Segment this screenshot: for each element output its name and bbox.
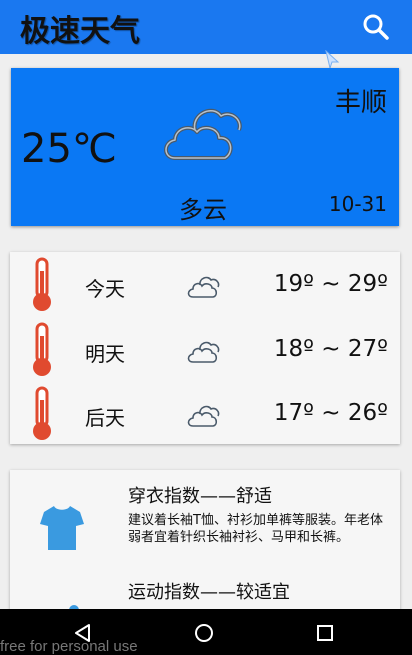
shirt-icon bbox=[40, 506, 84, 550]
current-weather-card: 丰顺 25℃ 多云 10-31 bbox=[11, 68, 399, 226]
forecast-day: 后天 bbox=[85, 406, 125, 430]
thermometer-icon bbox=[33, 257, 51, 311]
thermometer-icon bbox=[33, 386, 51, 440]
forecast-row: 后天 17º ~ 26º bbox=[10, 384, 400, 444]
cloud-icon bbox=[164, 108, 242, 160]
thermometer-icon bbox=[33, 322, 51, 376]
clothing-index-title: 穿衣指数——舒适 bbox=[128, 486, 272, 507]
cloud-icon bbox=[187, 276, 220, 298]
forecast-row: 明天 18º ~ 27º bbox=[10, 320, 400, 380]
forecast-range: 18º ~ 27º bbox=[273, 336, 388, 362]
cursor-icon bbox=[325, 50, 340, 70]
current-date: 10-31 bbox=[328, 192, 387, 216]
city-name[interactable]: 丰顺 bbox=[335, 82, 387, 119]
clothing-index-text: 建议着长袖T恤、衬衫加单裤等服装。年老体弱者宜着针织长袖衬衫、马甲和长裤。 bbox=[128, 513, 383, 545]
forecast-day: 明天 bbox=[85, 342, 125, 366]
forecast-day: 今天 bbox=[85, 277, 125, 301]
search-icon[interactable] bbox=[362, 13, 390, 41]
sport-index-title: 运动指数——较适宜 bbox=[128, 582, 290, 603]
app-title: 极速天气 bbox=[20, 14, 140, 49]
home-icon[interactable] bbox=[193, 622, 215, 644]
forecast-card: 今天 19º ~ 29º 明天 18º ~ 27º 后天 17º ~ 26º bbox=[10, 252, 400, 444]
watermark: free for personal use bbox=[0, 638, 138, 655]
app-bar: 极速天气 bbox=[0, 0, 412, 54]
recents-icon[interactable] bbox=[314, 622, 336, 644]
life-index-card: 穿衣指数——舒适 建议着长袖T恤、衬衫加单裤等服装。年老体弱者宜着针织长袖衬衫、… bbox=[10, 470, 400, 630]
current-temperature: 25℃ bbox=[21, 126, 117, 172]
forecast-range: 17º ~ 26º bbox=[273, 400, 388, 426]
cloud-icon bbox=[187, 405, 220, 427]
forecast-row: 今天 19º ~ 29º bbox=[10, 255, 400, 315]
cloud-icon bbox=[187, 341, 220, 363]
forecast-range: 19º ~ 29º bbox=[273, 271, 388, 297]
current-condition: 多云 bbox=[179, 196, 227, 224]
